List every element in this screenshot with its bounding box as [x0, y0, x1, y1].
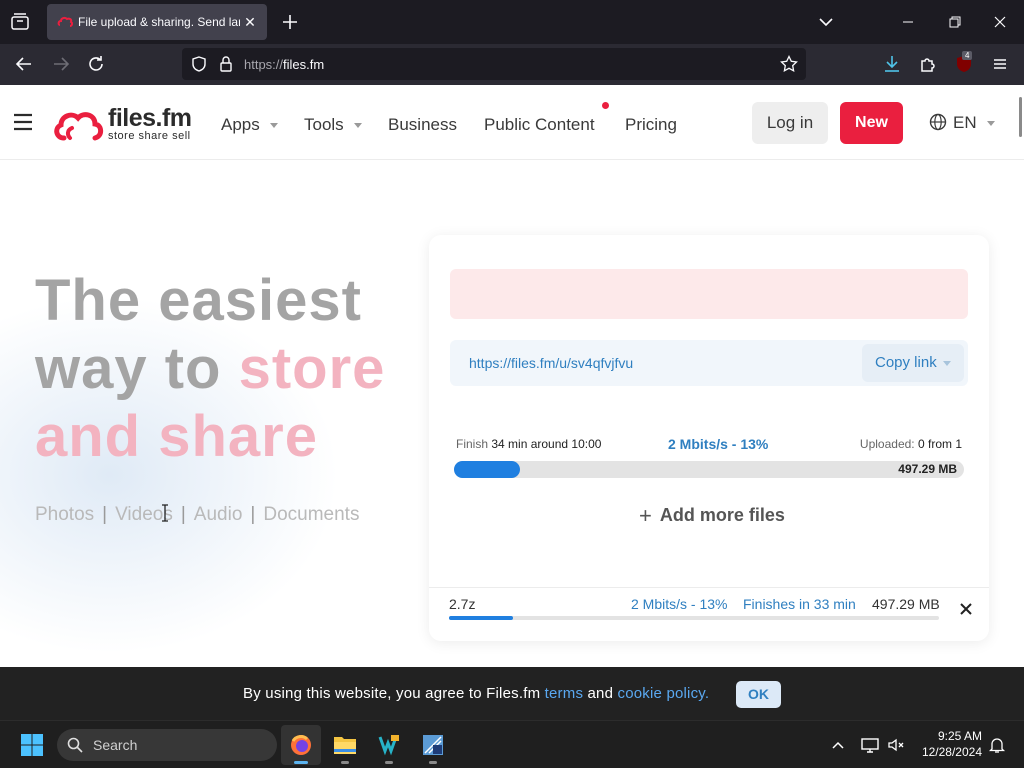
list-all-tabs-icon[interactable] — [814, 10, 838, 34]
windows-start-icon[interactable] — [20, 733, 44, 757]
address-bar[interactable]: https://files.fm — [182, 48, 806, 80]
app-menu-icon[interactable] — [988, 52, 1012, 76]
taskbar-app-xp[interactable] — [413, 725, 453, 765]
chevron-down-icon — [942, 360, 951, 366]
new-tab-icon[interactable] — [278, 10, 302, 34]
uploaded-count: Uploaded: 0 from 1 — [859, 437, 962, 451]
tab-title: File upload & sharing. Send large files — [78, 15, 240, 29]
cookie-consent-text: By using this website, you agree to File… — [243, 685, 710, 702]
notifications-bell-icon[interactable] — [987, 735, 1007, 755]
logo-tagline: store share sell — [108, 130, 191, 142]
file-finish-time: Finishes in 33 min — [743, 596, 856, 612]
site-header: files.fm store share sell Apps Tools Bus… — [0, 85, 1024, 160]
terms-link[interactable]: terms — [545, 685, 584, 702]
minimize-window-icon[interactable] — [894, 8, 922, 36]
upload-speed: 2 Mbits/s - 13% — [668, 436, 769, 452]
globe-icon — [929, 113, 947, 131]
file-progress-fill — [449, 616, 513, 620]
file-size: 497.29 MB — [872, 596, 940, 612]
web-page: files.fm store share sell Apps Tools Bus… — [0, 85, 1024, 667]
upload-card: https://files.fm/u/sv4qfvjfvu Copy link … — [429, 235, 989, 641]
xp-app-icon — [423, 735, 443, 755]
clock-time: 9:25 AM — [937, 729, 982, 743]
folder-icon — [334, 737, 356, 754]
chevron-down-icon — [986, 121, 995, 127]
url-text[interactable]: https://files.fm — [244, 57, 324, 72]
extension-count-badge: 4 — [962, 51, 973, 60]
reload-icon[interactable] — [84, 52, 108, 76]
back-arrow-icon[interactable] — [12, 52, 36, 76]
menu-tools[interactable]: Tools — [304, 115, 362, 135]
search-icon — [67, 737, 83, 753]
taskbar-clock[interactable]: 9:25 AM 12/28/2024 — [912, 728, 982, 760]
file-name: 2.7z — [449, 596, 476, 612]
downloads-icon[interactable] — [880, 52, 904, 76]
extensions-puzzle-icon[interactable] — [917, 52, 941, 76]
forward-arrow-icon[interactable] — [49, 52, 73, 76]
menu-public-content[interactable]: Public Content — [484, 115, 595, 135]
cookie-ok-button[interactable]: OK — [736, 681, 781, 708]
lock-icon[interactable] — [218, 55, 234, 78]
files-fm-logo[interactable]: files.fm store share sell — [52, 104, 202, 144]
firefox-icon — [291, 735, 311, 755]
upload-status-bar — [450, 269, 968, 319]
bookmark-star-icon[interactable] — [780, 54, 798, 78]
close-window-icon[interactable] — [986, 8, 1014, 36]
tracking-protection-shield-icon[interactable] — [190, 55, 208, 78]
text-cursor-icon — [160, 504, 170, 522]
login-button[interactable]: Log in — [752, 102, 828, 144]
network-display-icon[interactable] — [860, 735, 880, 755]
chevron-down-icon — [353, 123, 362, 129]
file-list-item: 2.7z 2 Mbits/s - 13% Finishes in 33 min … — [429, 587, 989, 641]
cookie-consent-bar: By using this website, you agree to File… — [0, 667, 1024, 720]
notification-dot — [602, 102, 609, 109]
cookie-policy-link[interactable]: cookie policy. — [618, 685, 710, 702]
tab-list-icon[interactable] — [8, 10, 32, 34]
code-editor-icon — [378, 735, 399, 756]
volume-muted-icon[interactable] — [886, 735, 906, 755]
add-more-files-button[interactable]: + Add more files — [639, 503, 785, 529]
hamburger-menu-icon[interactable] — [13, 113, 33, 131]
share-link-url[interactable]: https://files.fm/u/sv4qfvjfvu — [469, 355, 633, 371]
taskbar-vscode[interactable] — [369, 725, 409, 765]
show-hidden-icons-chevron-up-icon[interactable] — [828, 735, 848, 755]
windows-taskbar: Search 9:25 AM 12/28/2024 — [0, 720, 1024, 768]
upload-progress-fill — [454, 461, 521, 478]
chevron-down-icon — [269, 123, 278, 129]
menu-business[interactable]: Business — [388, 115, 457, 135]
restore-window-icon[interactable] — [940, 8, 968, 36]
language-selector[interactable]: EN — [929, 113, 995, 135]
hero-file-types: Photos | Videos | Audio | Documents — [35, 504, 360, 525]
plus-icon: + — [639, 503, 652, 528]
taskbar-firefox[interactable] — [281, 725, 321, 765]
menu-pricing[interactable]: Pricing — [625, 115, 677, 135]
finish-estimate: Finish 34 min around 10:00 — [456, 437, 602, 451]
taskbar-file-explorer[interactable] — [325, 725, 365, 765]
cancel-upload-close-icon[interactable] — [959, 602, 973, 616]
tab-close-icon[interactable]: ✕ — [241, 13, 259, 31]
logo-name: files.fm — [108, 104, 192, 132]
upload-progress-bar: 497.29 MB — [454, 461, 964, 478]
new-button[interactable]: New — [840, 102, 903, 144]
taskbar-search-box[interactable]: Search — [57, 729, 277, 761]
browser-tab-active[interactable]: File upload & sharing. Send large files … — [47, 4, 267, 40]
browser-navigation-bar: https://files.fm — [0, 44, 1024, 85]
hero-title: The easiest way to store and share — [35, 268, 386, 469]
share-link-box: https://files.fm/u/sv4qfvjfvu Copy link — [450, 340, 968, 386]
browser-tab-bar: File upload & sharing. Send large files … — [0, 0, 1024, 44]
upload-total-size: 497.29 MB — [898, 462, 957, 476]
cloud-logo-icon — [54, 112, 104, 141]
files-fm-favicon-icon — [57, 14, 74, 30]
clock-date: 12/28/2024 — [921, 745, 982, 759]
copy-link-button[interactable]: Copy link — [862, 344, 964, 382]
file-speed: 2 Mbits/s - 13% — [631, 596, 728, 612]
menu-apps[interactable]: Apps — [221, 115, 278, 135]
file-progress-bar — [449, 616, 939, 620]
